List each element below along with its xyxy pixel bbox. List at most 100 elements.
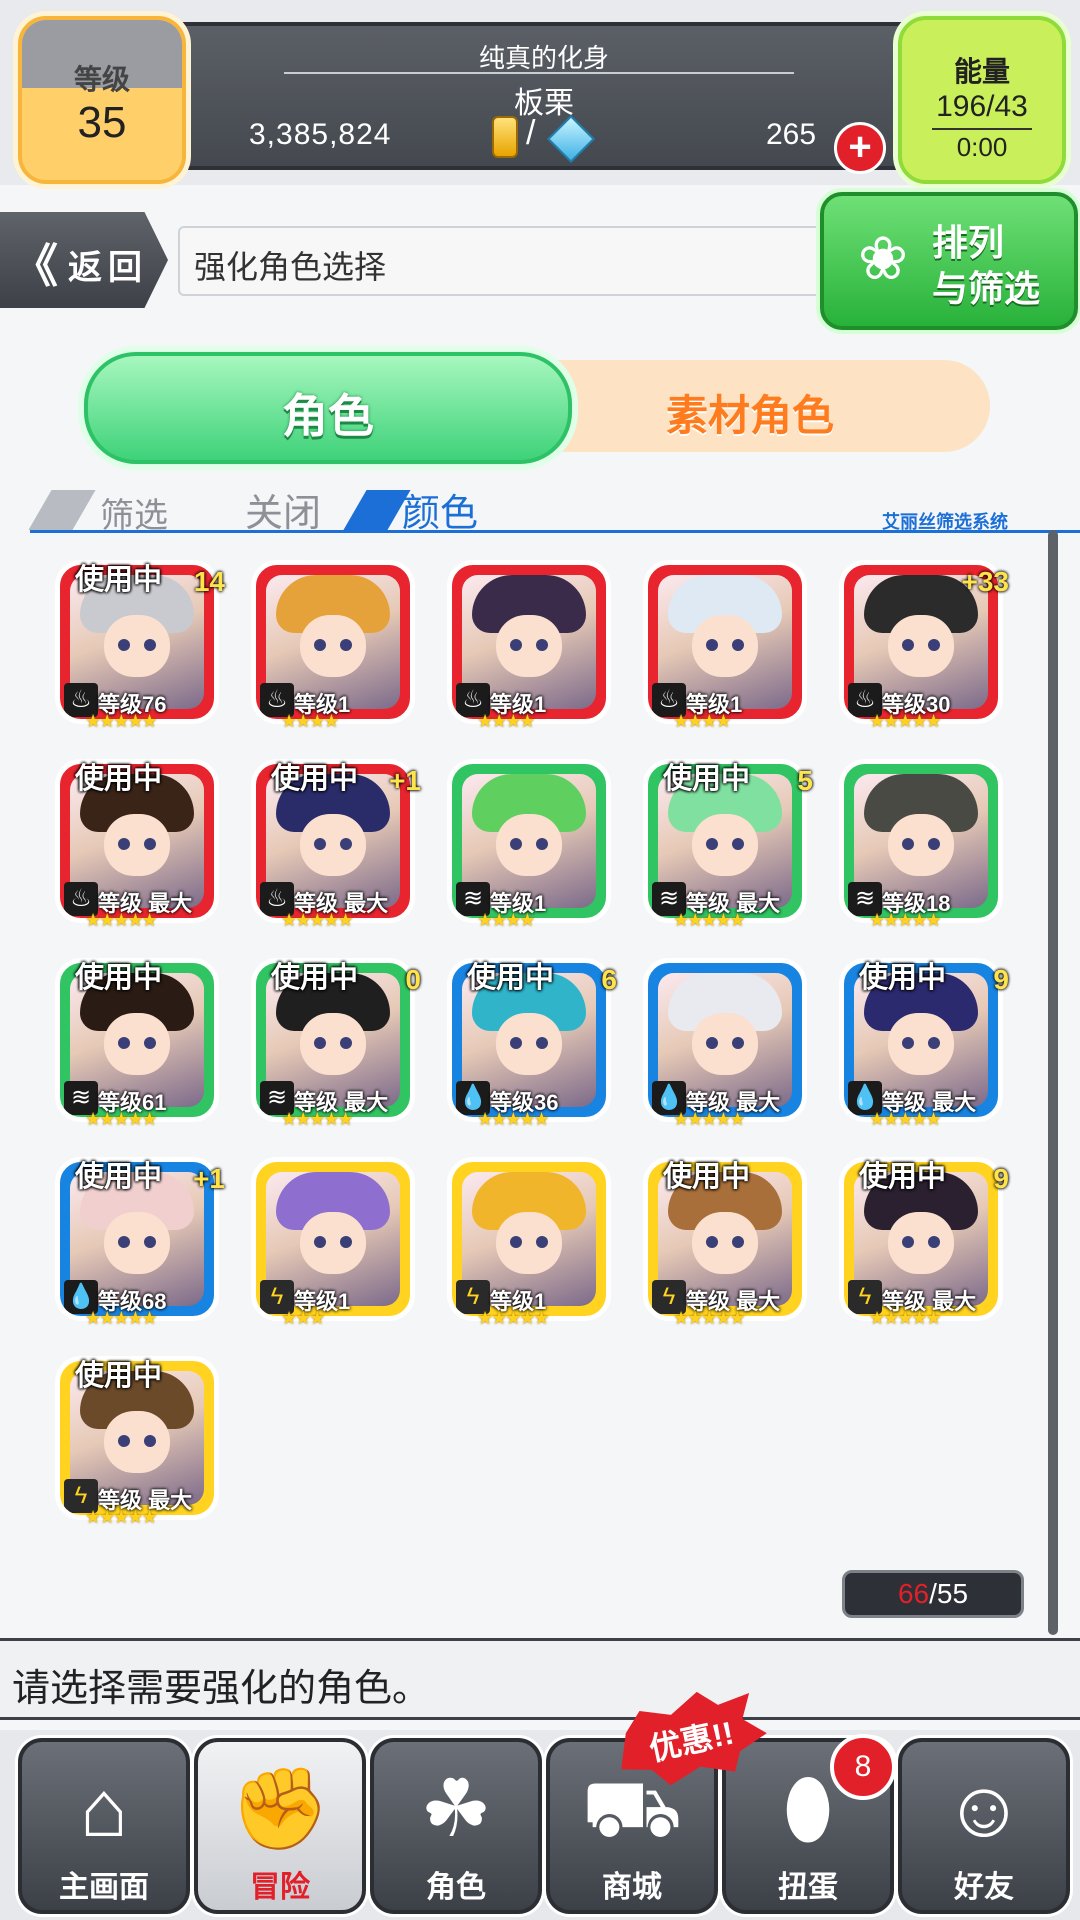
character-card[interactable]: 💧 等级68 ★★★★★ 使用中 +1	[55, 1157, 225, 1328]
card-frame: ♨ 等级1	[643, 560, 807, 724]
tab-characters[interactable]: 角色	[84, 352, 572, 464]
character-card[interactable]: ϟ 等级 最大 ★★★★★ 使用中	[643, 1157, 813, 1328]
tab-material-label: 素材角色	[665, 392, 834, 439]
cart-icon: ⛟	[581, 1764, 683, 1853]
bottom-nav: ⌂ 主画面 ✊ 冒险 ☘ 角色 ⛟ 商城 ⬮ 扭蛋 ☺ 好友 8 优惠!!	[0, 1730, 1080, 1920]
plus-value-badge: 6	[601, 964, 617, 995]
tab-characters-label: 角色	[282, 390, 374, 442]
portrait-eye	[732, 1236, 744, 1248]
portrait-face	[300, 1013, 366, 1075]
character-card[interactable]: ϟ 等级 最大 ★★★★★ 使用中	[55, 1356, 225, 1527]
portrait-face	[104, 814, 170, 876]
character-card[interactable]: 💧 等级36 ★★★★★ 使用中 6	[447, 958, 617, 1129]
rarity-stars: ★★★★★	[869, 1308, 942, 1328]
nav-gacha-label: 扭蛋	[778, 1871, 838, 1904]
rarity-stars: ★★★★★	[85, 1109, 158, 1129]
portrait-eye	[510, 838, 522, 850]
portrait-face	[496, 1212, 562, 1274]
rabbit-icon: ☘	[420, 1764, 492, 1853]
filter-toggle[interactable]: 关闭	[245, 482, 321, 537]
portrait-face	[888, 615, 954, 677]
energy-value: 196/43	[936, 90, 1028, 123]
nav-friends[interactable]: ☺ 好友	[898, 1738, 1070, 1914]
sort-filter-button[interactable]: ❀ 排列 与筛选	[820, 192, 1078, 330]
plus-value-badge: +1	[193, 1163, 225, 1194]
portrait-eye	[732, 1037, 744, 1049]
nav-adventure[interactable]: ✊ 冒险	[194, 1738, 366, 1914]
tab-material-characters[interactable]: 素材角色	[510, 360, 990, 452]
character-tabs: 素材角色 角色	[80, 350, 1010, 464]
portrait-eye	[314, 639, 326, 651]
rarity-stars: ★★★★★	[869, 910, 942, 930]
character-card[interactable]: ≋ 等级61 ★★★★★ 使用中	[55, 958, 225, 1129]
nav-character[interactable]: ☘ 角色	[370, 1738, 542, 1914]
character-card[interactable]: ♨ 等级30 ★★★★★ +33	[839, 560, 1009, 731]
portrait-eye	[144, 1236, 156, 1248]
character-card[interactable]: ♨ 等级1 ★★★★	[251, 560, 421, 731]
portrait-eye	[510, 1037, 522, 1049]
sub-header: 《 返回 强化角色选择 ❀ 排列 与筛选	[0, 192, 1080, 330]
nav-adventure-label: 冒险	[250, 1871, 310, 1904]
portrait-eye	[314, 1037, 326, 1049]
energy-label: 能量	[953, 56, 1010, 87]
color-filter-button[interactable]: 颜色	[402, 482, 478, 537]
rarity-stars: ★★★★	[477, 711, 536, 731]
rarity-stars: ★★★★★	[85, 711, 158, 731]
rarity-stars: ★★★★★	[673, 910, 746, 930]
plus-value-badge: 9	[993, 1163, 1009, 1194]
character-card[interactable]: ♨ 等级76 ★★★★★ 使用中 14	[55, 560, 225, 731]
card-frame: ♨ 等级1	[447, 560, 611, 724]
portrait-eye	[928, 838, 940, 850]
portrait-eye	[928, 1236, 940, 1248]
character-card[interactable]: ≋ 等级1 ★★★★	[447, 759, 617, 930]
count-current: 66	[897, 1578, 930, 1609]
scrollbar[interactable]	[1048, 530, 1058, 1635]
character-card[interactable]: 💧 等级 最大 ★★★★★ 使用中 9	[839, 958, 1009, 1129]
portrait-face	[496, 1013, 562, 1075]
portrait-face	[104, 1411, 170, 1473]
filter-bar: 筛选 关闭 颜色 艾丽丝筛选系统	[28, 478, 1080, 538]
nav-shop-label: 商城	[602, 1871, 662, 1904]
character-card[interactable]: ♨ 等级 最大 ★★★★★ 使用中	[55, 759, 225, 930]
character-card[interactable]: ♨ 等级 最大 ★★★★★ 使用中 +1	[251, 759, 421, 930]
character-card[interactable]: 💧 等级 最大 ★★★★★	[643, 958, 813, 1129]
portrait-face	[692, 615, 758, 677]
rarity-stars: ★★★	[281, 1308, 325, 1328]
back-label: 返回	[68, 249, 148, 287]
character-card[interactable]: ϟ 等级1 ★★★	[251, 1157, 421, 1328]
rarity-stars: ★★★★	[477, 910, 536, 930]
portrait-eye	[144, 639, 156, 651]
portrait-face	[692, 1013, 758, 1075]
in-use-badge: 使用中	[859, 962, 947, 994]
portrait-face	[692, 1212, 758, 1274]
character-card[interactable]: ϟ 等级1 ★★★★★	[447, 1157, 617, 1328]
character-card[interactable]: ≋ 等级18 ★★★★★	[839, 759, 1009, 930]
player-level-box: 等级 35	[18, 16, 186, 184]
screen-title-bar: 强化角色选择	[178, 226, 882, 296]
portrait-face	[888, 1212, 954, 1274]
energy-box[interactable]: 能量 196/43 0:00	[898, 16, 1066, 184]
nav-home[interactable]: ⌂ 主画面	[18, 1738, 190, 1914]
portrait-eye	[902, 838, 914, 850]
portrait-eye	[340, 639, 352, 651]
character-card[interactable]: ♨ 等级1 ★★★★	[643, 560, 813, 731]
back-button[interactable]: 《 返回	[0, 212, 168, 308]
add-gems-button[interactable]: +	[834, 122, 886, 174]
gacha-notification-badge: 8	[830, 1734, 896, 1800]
portrait-eye	[510, 639, 522, 651]
nav-home-label: 主画面	[59, 1871, 149, 1904]
rarity-stars: ★★★★★	[85, 1308, 158, 1328]
rarity-stars: ★★★★★	[869, 1109, 942, 1129]
character-card[interactable]: ϟ 等级 最大 ★★★★★ 使用中 9	[839, 1157, 1009, 1328]
portrait-face	[104, 1212, 170, 1274]
character-card[interactable]: ♨ 等级1 ★★★★	[447, 560, 617, 731]
in-use-badge: 使用中	[75, 962, 163, 994]
rarity-stars: ★★★★★	[281, 1109, 354, 1129]
portrait-eye	[118, 1236, 130, 1248]
portrait-eye	[928, 639, 940, 651]
portrait-eye	[928, 1037, 940, 1049]
portrait-eye	[536, 639, 548, 651]
character-card[interactable]: ≋ 等级 最大 ★★★★★ 使用中 5	[643, 759, 813, 930]
character-card[interactable]: ≋ 等级 最大 ★★★★★ 使用中 0	[251, 958, 421, 1129]
in-use-badge: 使用中	[663, 763, 751, 795]
